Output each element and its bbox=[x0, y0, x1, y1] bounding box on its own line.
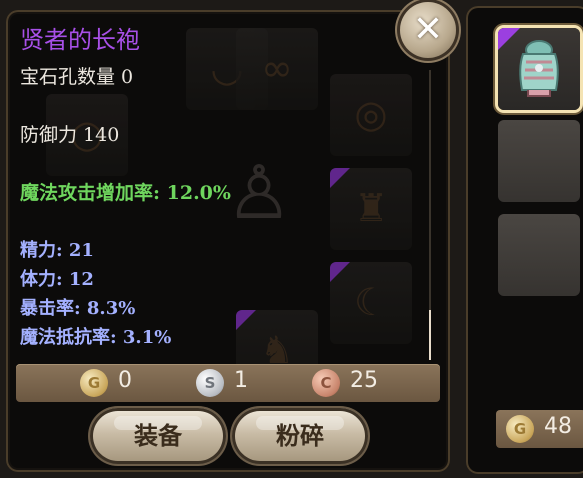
equip-button[interactable]: 装备 bbox=[90, 408, 226, 464]
copper-coin-icon: C bbox=[312, 369, 340, 397]
scrollbar-thumb[interactable] bbox=[429, 310, 431, 360]
tooltip-scrollbar[interactable] bbox=[429, 70, 431, 360]
gold-amount: 0 bbox=[118, 368, 132, 393]
background-slot: ☾ bbox=[330, 262, 412, 344]
stat-crit-rate: 暴击率: 8.3% bbox=[20, 298, 136, 319]
character-figure: ♙ bbox=[225, 150, 293, 236]
socket-count: 宝石孔数量 0 bbox=[20, 66, 134, 88]
stat-magic-resist: 魔法抵抗率: 3.1% bbox=[20, 327, 172, 348]
gold-coin-icon: G bbox=[80, 369, 108, 397]
sell-price-bar: G 0 S 1 C 25 bbox=[16, 364, 440, 402]
cloak-icon: ♜ bbox=[353, 186, 389, 230]
inventory-slot-empty[interactable] bbox=[498, 214, 580, 296]
defense-value: 防御力 140 bbox=[20, 124, 120, 146]
magic-attack-bonus: 魔法攻击增加率: 12.0% bbox=[20, 182, 231, 204]
background-slot: ◎ bbox=[330, 74, 412, 156]
item-name: 贤者的长袍 bbox=[20, 26, 140, 54]
scythe-icon: ☾ bbox=[353, 280, 389, 324]
robe-armor-icon bbox=[519, 40, 559, 97]
close-icon[interactable]: ✕ bbox=[400, 2, 456, 58]
stat-stamina: 体力: 12 bbox=[20, 269, 94, 290]
smash-button-label: 粉碎 bbox=[276, 422, 324, 450]
inventory-slot-selected[interactable] bbox=[498, 28, 580, 110]
gold-coin-icon: G bbox=[506, 415, 534, 443]
item-tooltip-panel: ◡ ∞ ◎ ♜ ☾ ○ ♞ ♙ 贤者的长袍 宝石孔数量 0 防御力 140 魔法… bbox=[6, 10, 450, 472]
player-gold-display: G 48 bbox=[496, 410, 583, 448]
silver-coin-icon: S bbox=[196, 369, 224, 397]
player-gold-amount: 48 bbox=[544, 414, 572, 439]
necklace-icon: ∞ bbox=[261, 46, 293, 90]
background-slot: ∞ bbox=[236, 28, 318, 110]
stat-energy: 精力: 21 bbox=[20, 240, 94, 261]
background-slot: ♜ bbox=[330, 168, 412, 250]
smash-button[interactable]: 粉碎 bbox=[232, 408, 368, 464]
ring-icon: ◎ bbox=[354, 92, 388, 136]
silver-amount: 1 bbox=[234, 368, 248, 393]
equip-button-label: 装备 bbox=[134, 422, 182, 450]
inventory-slot-empty[interactable] bbox=[498, 120, 580, 202]
copper-amount: 25 bbox=[350, 368, 378, 393]
